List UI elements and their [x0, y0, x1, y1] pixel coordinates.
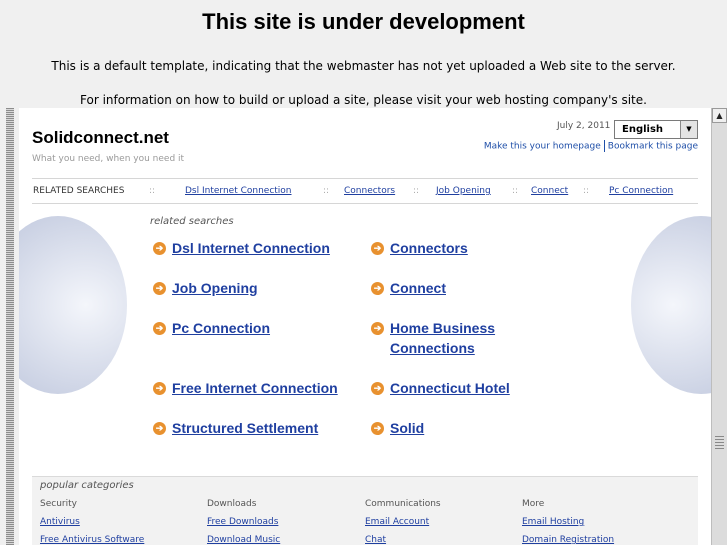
separator: ::	[323, 186, 330, 196]
make-homepage-link[interactable]: Make this your homepage	[484, 142, 601, 152]
related-item-link[interactable]: Connecticut Hotel	[390, 378, 510, 398]
arrow-right-circle-icon: ➔	[371, 322, 384, 335]
separator: ::	[149, 186, 156, 196]
arrow-right-circle-icon: ➔	[153, 322, 166, 335]
category-link[interactable]: Download Music	[207, 535, 280, 545]
arrow-right-circle-icon: ➔	[153, 382, 166, 395]
related-bar-label: RELATED SEARCHES	[33, 186, 125, 196]
link-divider	[603, 140, 605, 152]
category-heading: Downloads	[207, 499, 257, 509]
category-heading: More	[522, 499, 545, 509]
arrow-right-circle-icon: ➔	[371, 382, 384, 395]
related-bar-link[interactable]: Pc Connection	[609, 186, 673, 196]
scroll-up-icon[interactable]: ▲	[712, 108, 727, 123]
frame-grip[interactable]	[6, 108, 14, 545]
related-item-link[interactable]: Connect	[390, 278, 446, 298]
arrow-right-circle-icon: ➔	[371, 422, 384, 435]
category-heading: Communications	[365, 499, 441, 509]
category-heading: Security	[40, 499, 77, 509]
related-searches-bar: RELATED SEARCHES :: Dsl Internet Connect…	[32, 178, 698, 204]
popular-categories: popular categories Security Antivirus Fr…	[32, 476, 698, 545]
category-link[interactable]: Antivirus	[40, 517, 144, 527]
banner-title: This site is under development	[202, 9, 525, 34]
banner-line-1: This is a default template, indicating t…	[51, 59, 676, 73]
top-links: Make this your homepage Bookmark this pag…	[484, 140, 698, 152]
category-column: Security Antivirus Free Antivirus Softwa…	[40, 499, 144, 545]
related-bar-link[interactable]: Connect	[531, 186, 568, 196]
decorative-shape-left	[19, 216, 127, 394]
arrow-right-circle-icon: ➔	[153, 422, 166, 435]
popular-categories-label: popular categories	[40, 480, 134, 491]
date-label: July 2, 2011	[557, 121, 611, 131]
site-tagline: What you need, when you need it	[32, 154, 185, 164]
banner: This site is under development This is a…	[0, 0, 727, 108]
category-link[interactable]: Email Hosting	[522, 517, 614, 527]
language-select[interactable]: English ▼	[614, 120, 698, 139]
banner-line-2: For information on how to build or uploa…	[80, 93, 647, 107]
category-column: Communications Email Account Chat	[365, 499, 441, 545]
arrow-right-circle-icon: ➔	[153, 242, 166, 255]
related-item-link[interactable]: Pc Connection	[172, 318, 270, 338]
separator: ::	[512, 186, 519, 196]
category-link[interactable]: Email Account	[365, 517, 441, 527]
category-link[interactable]: Free Antivirus Software	[40, 535, 144, 545]
site-title: Solidconnect.net	[32, 128, 169, 147]
related-item-link[interactable]: Home Business Connections	[390, 318, 510, 358]
related-item-link[interactable]: Solid	[390, 418, 424, 438]
category-link[interactable]: Free Downloads	[207, 517, 280, 527]
related-item-link[interactable]: Dsl Internet Connection	[172, 238, 330, 258]
related-item-link[interactable]: Connectors	[390, 238, 468, 258]
related-searches-label: related searches	[150, 216, 234, 227]
arrow-right-circle-icon: ➔	[371, 282, 384, 295]
related-item-link[interactable]: Job Opening	[172, 278, 258, 298]
arrow-right-circle-icon: ➔	[371, 242, 384, 255]
scrollbar-grip[interactable]	[715, 436, 724, 450]
related-item-link[interactable]: Free Internet Connection	[172, 378, 338, 398]
language-select-value: English	[622, 124, 664, 135]
separator: ::	[583, 186, 590, 196]
bookmark-link[interactable]: Bookmark this page	[608, 142, 698, 152]
category-column: Downloads Free Downloads Download Music	[207, 499, 280, 545]
vertical-scrollbar[interactable]: ▲	[711, 108, 727, 545]
parked-page: Solidconnect.net What you need, when you…	[19, 108, 711, 545]
related-bar-link[interactable]: Job Opening	[436, 186, 491, 196]
category-link[interactable]: Chat	[365, 535, 441, 545]
separator: ::	[413, 186, 420, 196]
chevron-down-icon[interactable]: ▼	[680, 121, 697, 138]
category-link[interactable]: Domain Registration	[522, 535, 614, 545]
related-bar-link[interactable]: Dsl Internet Connection	[185, 186, 292, 196]
category-column: More Email Hosting Domain Registration	[522, 499, 614, 545]
related-bar-link[interactable]: Connectors	[344, 186, 395, 196]
related-item-link[interactable]: Structured Settlement	[172, 418, 318, 438]
frame-border-left	[0, 108, 19, 545]
arrow-right-circle-icon: ➔	[153, 282, 166, 295]
decorative-shape-right	[631, 216, 711, 394]
